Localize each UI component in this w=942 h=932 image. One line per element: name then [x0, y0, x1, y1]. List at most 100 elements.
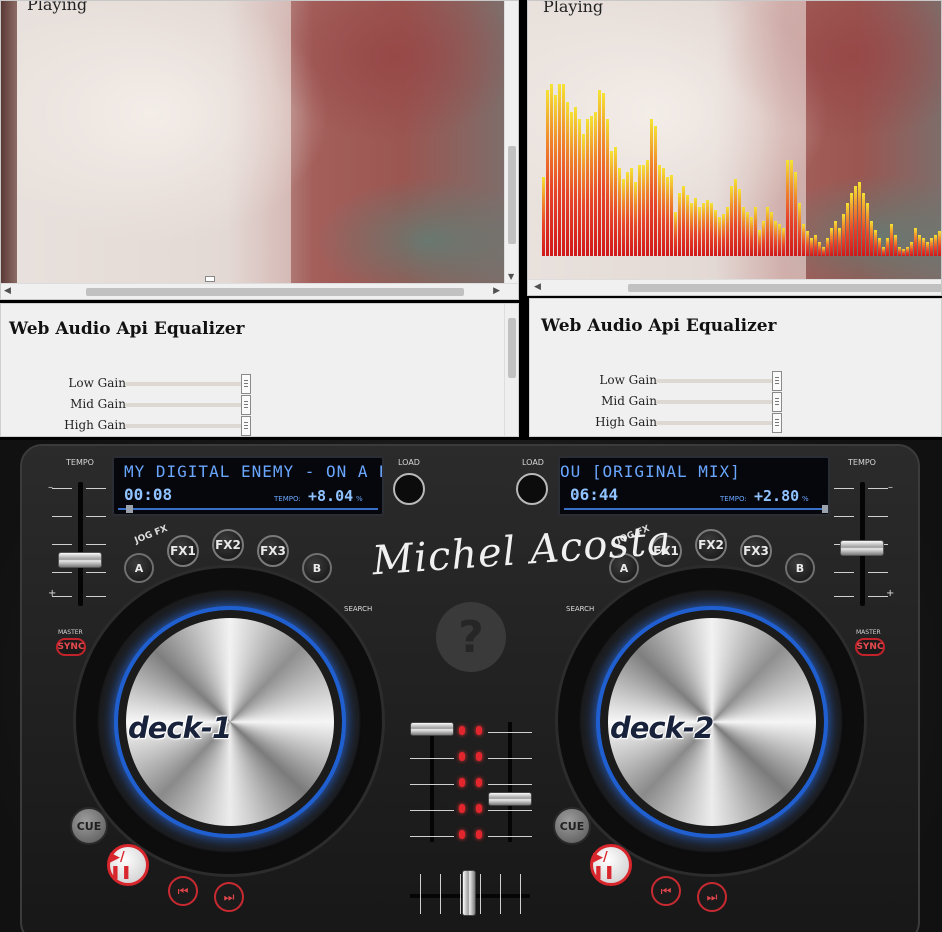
right-equalizer-panel: Web Audio Api Equalizer Low Gain Mid Gai… — [529, 298, 942, 437]
high-gain-slider-handle[interactable] — [772, 413, 782, 433]
deck-2-tempo-slider[interactable]: – + — [834, 482, 894, 612]
deck-2-fx3-button[interactable]: FX3 — [740, 535, 772, 567]
deck-2-next-button[interactable]: ⏭ — [697, 882, 727, 912]
spectrum-bar — [834, 221, 837, 256]
deck-1-fx1-button[interactable]: FX1 — [167, 535, 199, 567]
left-horizontal-scrollbar[interactable]: ◀ ▶ — [1, 283, 518, 299]
spectrum-bar — [770, 212, 773, 256]
spectrum-bar — [758, 230, 761, 256]
deck-2-display: OU [ORIGINAL MIX] 06:44 TEMPO: +2.80 % — [558, 456, 830, 516]
deck-2-sync-button[interactable]: SYNC — [855, 638, 885, 656]
deck-2-ctrl-b-button[interactable]: B — [785, 553, 815, 583]
right-horizontal-scrollbar[interactable]: ◀ — [528, 279, 941, 295]
deck-1-sync-button[interactable]: SYNC — [56, 638, 86, 656]
spectrum-bar — [882, 247, 885, 256]
spectrum-bar — [874, 230, 877, 256]
spectrum-bar — [818, 242, 821, 256]
deck-1-tempo-handle[interactable] — [58, 552, 102, 568]
resize-handle[interactable] — [205, 276, 215, 282]
deck-1-tempo-value: +8.04 — [308, 487, 354, 505]
deck-1-tempo-slider[interactable]: – + — [48, 482, 108, 612]
left-equalizer-panel: Web Audio Api Equalizer Low Gain Mid Gai… — [0, 303, 519, 437]
high-gain-slider[interactable] — [125, 424, 249, 428]
mid-gain-slider-handle[interactable] — [241, 395, 251, 415]
deck-1-platter[interactable]: deck-1 — [73, 565, 385, 877]
deck-1-position-marker[interactable] — [126, 505, 133, 513]
crossfader[interactable] — [410, 868, 530, 918]
spectrum-bar — [662, 168, 665, 256]
load-deck-2-button[interactable] — [516, 473, 548, 505]
spectrum-bar — [626, 172, 629, 256]
left-equalizer-scrollbar[interactable] — [504, 304, 518, 436]
spectrum-visualizer — [542, 81, 941, 256]
spectrum-bar — [566, 102, 569, 256]
deck-1-ctrl-b-button[interactable]: B — [302, 553, 332, 583]
deck-1-fx3-button[interactable]: FX3 — [257, 535, 289, 567]
deck-1-play-pause-button[interactable]: ▶/❚❚ — [107, 844, 149, 886]
spectrum-bar — [938, 231, 941, 256]
deck-2-fx2-button[interactable]: FX2 — [695, 529, 727, 561]
deck-2-volume-handle[interactable] — [488, 792, 532, 806]
equalizer-title: Web Audio Api Equalizer — [541, 316, 777, 336]
spectrum-bar — [570, 112, 573, 256]
deck-2-position-marker[interactable] — [822, 505, 828, 513]
mid-gain-slider-handle[interactable] — [772, 392, 782, 412]
tempo-label-left: TEMPO — [66, 458, 94, 467]
spectrum-bar — [586, 119, 589, 256]
deck-1-ctrl-a-button[interactable]: A — [124, 553, 154, 583]
low-gain-slider-handle[interactable] — [241, 374, 251, 394]
deck-1-volume-handle[interactable] — [410, 722, 454, 736]
equalizer-title: Web Audio Api Equalizer — [9, 319, 245, 339]
spectrum-bar — [794, 172, 797, 256]
mid-gain-slider[interactable] — [656, 400, 780, 404]
scroll-down-arrow-icon[interactable]: ▼ — [508, 272, 514, 281]
crossfader-handle[interactable] — [462, 870, 476, 916]
deck-2-tempo-word: TEMPO: — [720, 495, 747, 503]
deck-1-track-title: MY DIGITAL ENEMY - ON A RAGG — [124, 462, 382, 481]
high-gain-slider[interactable] — [656, 421, 780, 425]
spectrum-bar — [714, 210, 717, 256]
load-deck-1-button[interactable] — [393, 473, 425, 505]
spectrum-bar — [546, 90, 549, 256]
right-player-status: Playing — [543, 1, 604, 16]
low-gain-label: Low Gain — [599, 373, 657, 387]
scroll-left-arrow-icon[interactable]: ◀ — [534, 282, 541, 292]
search-label-right: SEARCH — [566, 605, 595, 613]
left-vertical-scrollbar[interactable]: ▼ — [504, 1, 518, 283]
spectrum-bar — [598, 90, 601, 256]
tempo-plus-sign: + — [48, 588, 57, 599]
spectrum-bar — [698, 207, 701, 256]
deck-1-volume-fader[interactable] — [410, 722, 454, 842]
deck-2-volume-fader[interactable] — [488, 722, 532, 842]
high-gain-label: High Gain — [595, 415, 657, 429]
deck-1-previous-button[interactable]: ⏮ — [168, 876, 198, 906]
mid-gain-row: Mid Gain — [70, 395, 256, 415]
deck-1-cue-button[interactable]: CUE — [70, 807, 108, 845]
spectrum-bar — [542, 177, 545, 256]
low-gain-slider-handle[interactable] — [772, 371, 782, 391]
spectrum-bar — [914, 228, 917, 256]
low-gain-slider[interactable] — [125, 382, 249, 386]
scroll-left-arrow-icon[interactable]: ◀ — [4, 286, 11, 296]
tempo-plus-sign: + — [886, 588, 895, 599]
high-gain-slider-handle[interactable] — [241, 416, 251, 436]
help-button[interactable]: ? — [436, 602, 506, 672]
spectrum-bar — [582, 134, 585, 256]
spectrum-bar — [810, 238, 813, 256]
deck-2-platter[interactable]: deck-2 — [555, 565, 867, 877]
spectrum-bar — [846, 203, 849, 256]
deck-2-tempo-handle[interactable] — [840, 540, 884, 556]
deck-2-play-pause-button[interactable]: ▶/❚❚ — [590, 844, 632, 886]
deck-2-cue-button[interactable]: CUE — [553, 807, 591, 845]
deck-1-fx2-button[interactable]: FX2 — [212, 529, 244, 561]
left-player-status: Playing — [27, 1, 88, 14]
spectrum-bar — [822, 247, 825, 256]
mid-gain-slider[interactable] — [125, 403, 249, 407]
deck-2-previous-button[interactable]: ⏮ — [651, 876, 681, 906]
spectrum-bar — [750, 217, 753, 256]
low-gain-slider[interactable] — [656, 379, 780, 383]
high-gain-row: High Gain — [64, 416, 256, 436]
deck-1-next-button[interactable]: ⏭ — [214, 882, 244, 912]
deck-2-label: deck-2 — [610, 711, 714, 745]
scroll-right-arrow-icon[interactable]: ▶ — [493, 286, 500, 296]
